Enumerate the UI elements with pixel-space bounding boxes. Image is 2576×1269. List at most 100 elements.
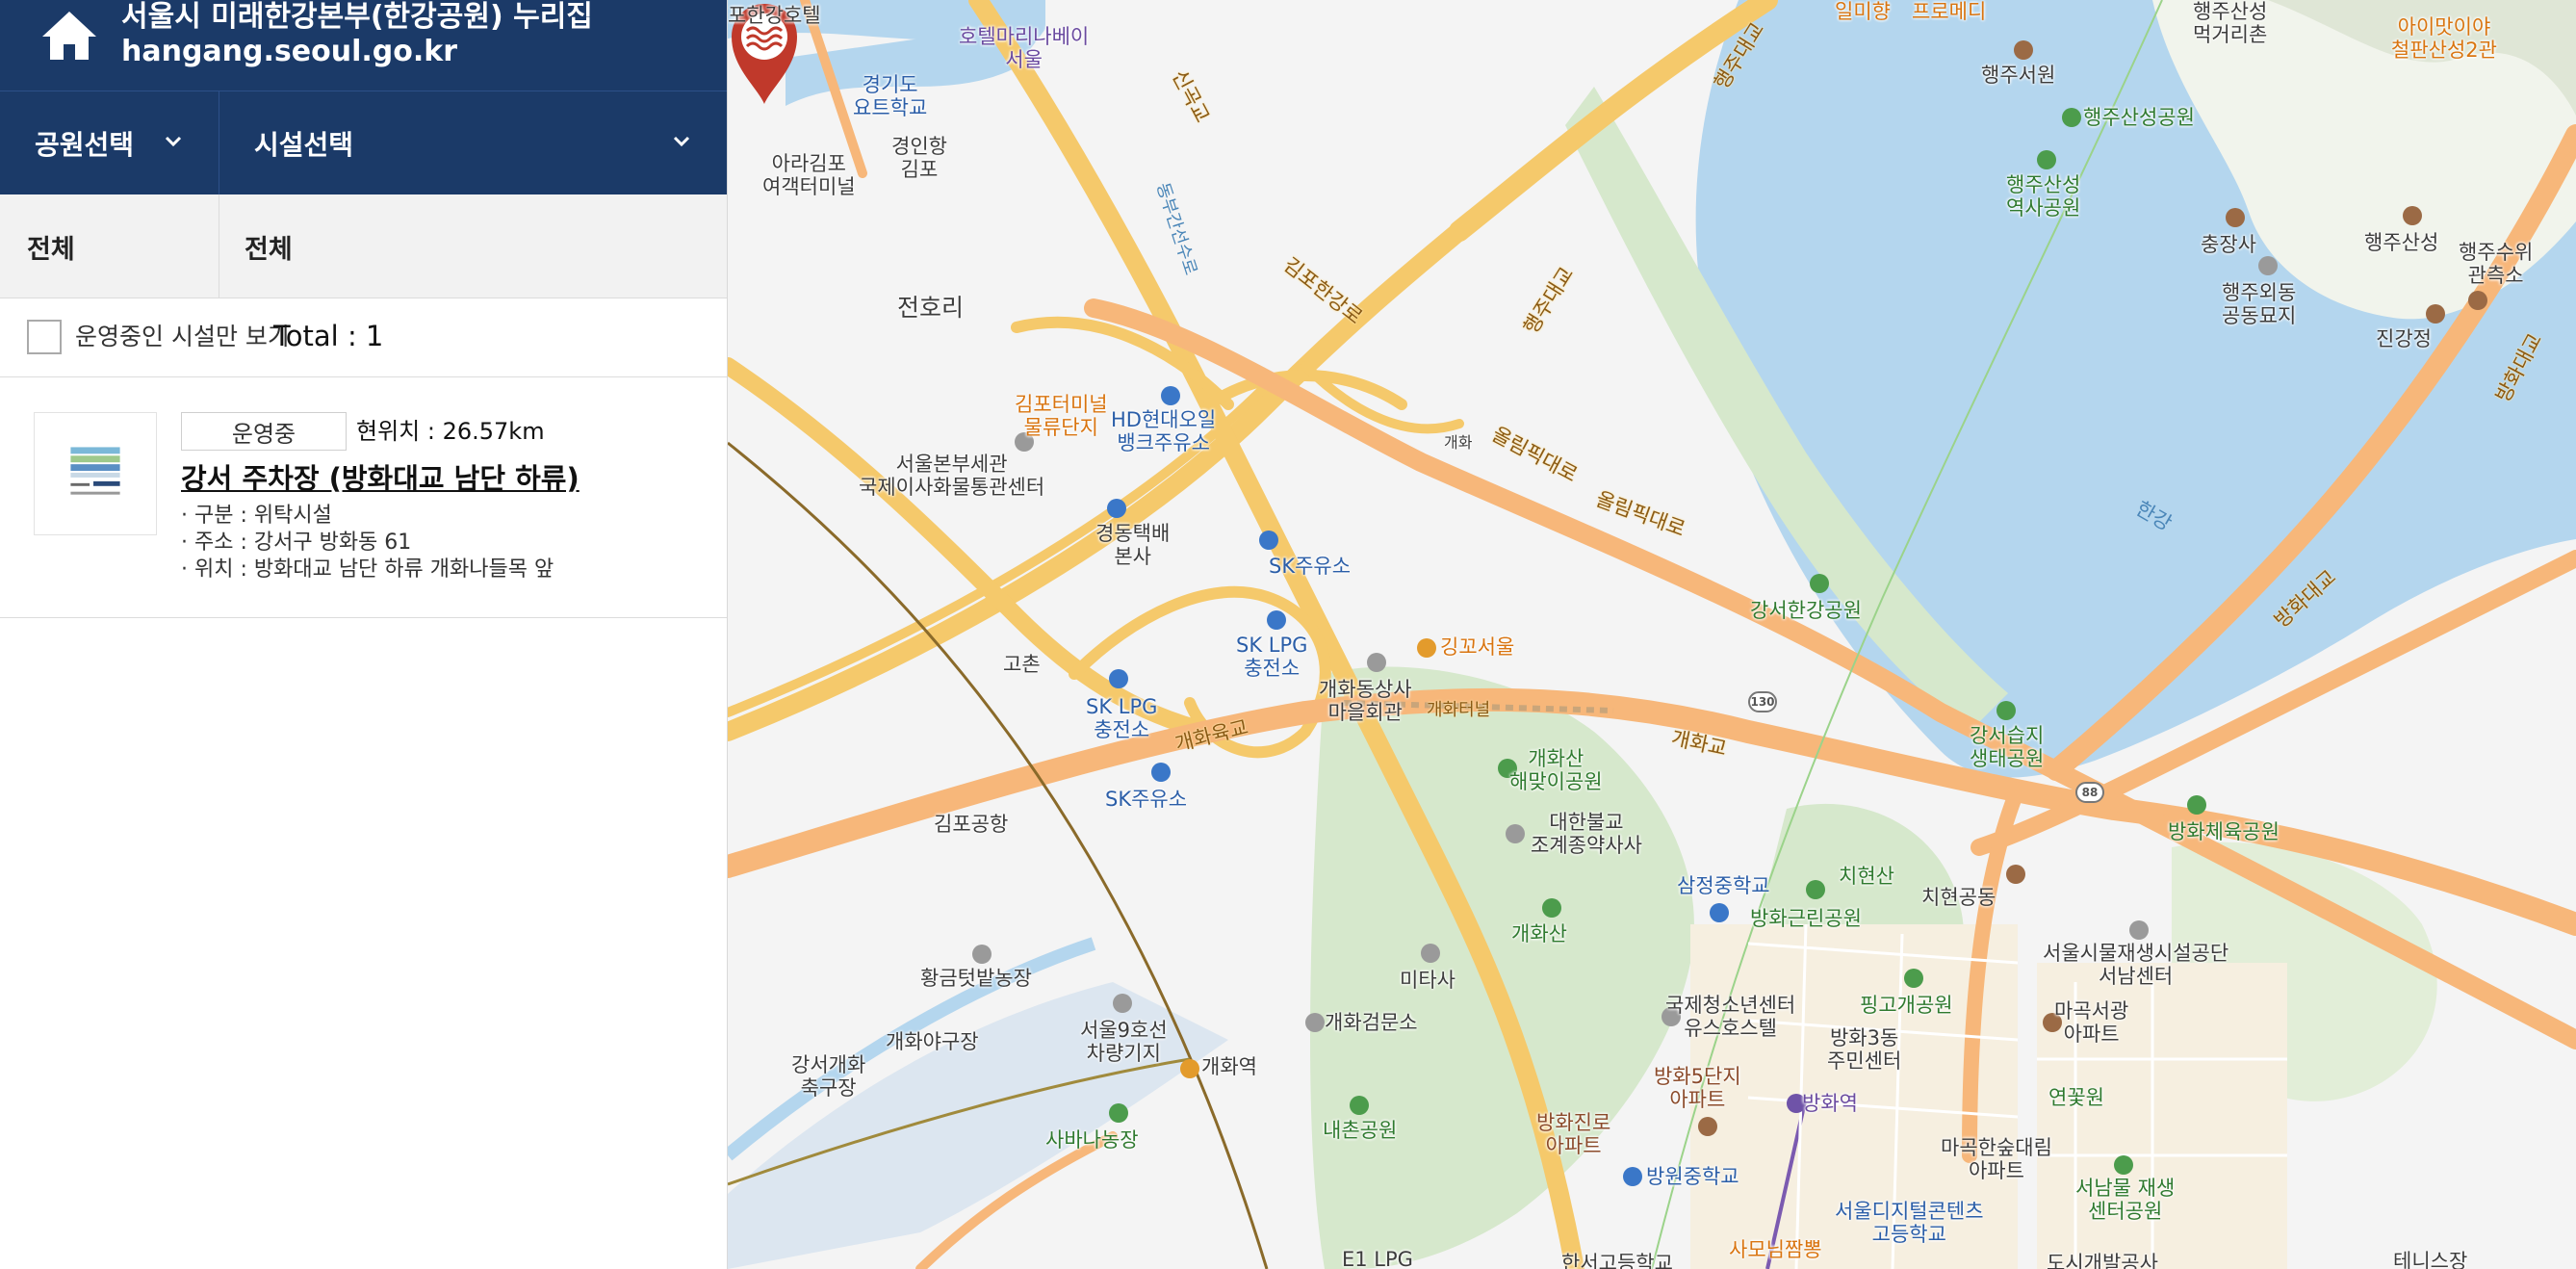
- map-label: 황금텃밭농장: [920, 967, 1032, 990]
- facility-address: · 주소 : 강서구 방화동 61: [181, 531, 412, 555]
- facility-panel: 서울시 미래한강본부(한강공원) 누리집 hangang.seoul.go.kr…: [0, 0, 728, 1269]
- poi-dot: [2062, 108, 2081, 127]
- poi-dot: [1267, 610, 1286, 630]
- facility-selected-value[interactable]: 전체: [219, 194, 727, 298]
- list-item[interactable]: 운영중 현위치 : 26.57km 강서 주차장 (방화대교 남단 하류) · …: [0, 377, 727, 618]
- poi-dot: [2187, 795, 2206, 815]
- map-label: 고촌: [1003, 653, 1041, 676]
- facility-select[interactable]: 시설선택: [219, 91, 727, 195]
- map-label: 치현공동: [1921, 886, 1996, 909]
- site-title: 서울시 미래한강본부(한강공원) 누리집: [121, 0, 593, 34]
- poi-dot: [1259, 531, 1278, 550]
- filter-row: 운영중인 시설만 보기 Total : 1: [0, 298, 727, 377]
- map-label: 프로메디: [1912, 0, 1987, 23]
- map-label: 서울9호선 차량기지: [1080, 1019, 1168, 1065]
- map-label: 강서한강공원: [1750, 599, 1862, 622]
- site-url[interactable]: hangang.seoul.go.kr: [121, 35, 457, 69]
- map-label: SK LPG 충전소: [1086, 695, 1158, 741]
- map-label: HD현대오일 뱅크주유소: [1111, 408, 1217, 454]
- map-label: 개화산 해맞이공원: [1509, 747, 1603, 793]
- facility-location: · 위치 : 방화대교 남단 하류 개화나들목 앞: [181, 557, 554, 582]
- poi-dot: [2129, 920, 2149, 940]
- map-label: 행주서원: [1981, 64, 2056, 87]
- selector-bar: 공원선택 시설선택: [0, 91, 727, 195]
- poi-dot: [1506, 824, 1525, 843]
- poi-dot: [2014, 40, 2033, 60]
- map-label: 김포터미널 물류단지: [1015, 393, 1108, 439]
- poi-dot: [1161, 386, 1180, 405]
- park-select[interactable]: 공원선택: [0, 91, 219, 195]
- map-label: 치현산: [1839, 865, 1894, 888]
- map-label: 충장사: [2201, 233, 2256, 256]
- park-selected-value[interactable]: 전체: [0, 194, 219, 298]
- map-label: 호텔마리나베이 서울: [959, 25, 1090, 71]
- highway-shield: 130: [1748, 691, 1777, 712]
- map-label: 행주산성 먹거리촌: [2193, 0, 2268, 46]
- road-label: 개화터널: [1427, 700, 1491, 720]
- map-label: 마곡서광 아파트: [2054, 999, 2129, 1046]
- poi-dot: [2258, 256, 2278, 275]
- distance-text: 현위치 : 26.57km: [356, 418, 545, 445]
- map-label: 깅꼬서울: [1440, 635, 1515, 659]
- poi-dot: [2468, 291, 2487, 310]
- poi-dot: [1904, 969, 1923, 988]
- chevron-down-icon: [673, 136, 690, 147]
- map-label: 마곡한숲대림 아파트: [1941, 1136, 2052, 1182]
- map-label: 내촌공원: [1323, 1119, 1398, 1142]
- facility-select-label: 시설선택: [254, 129, 354, 161]
- map-label: 진강정: [2376, 327, 2432, 350]
- park-select-label: 공원선택: [35, 129, 135, 161]
- status-badge: 운영중: [181, 412, 347, 451]
- map-label: 강서개화 축구장: [791, 1053, 866, 1100]
- map-view[interactable]: 130 88 포한강호텔 호텔마리나베이 서울 경기도 요트학교 아라김포 여객…: [728, 0, 2576, 1269]
- poi-dot: [1180, 1059, 1199, 1078]
- poi-dot: [1305, 1013, 1325, 1032]
- result-total: Total : 1: [273, 320, 384, 352]
- poi-dot: [1710, 903, 1729, 922]
- map-label: 경기도 요트학교: [853, 73, 928, 119]
- map-label: 개화역: [1201, 1055, 1257, 1078]
- map-label: 개화: [1444, 433, 1473, 452]
- facility-thumbnail[interactable]: [34, 412, 157, 535]
- map-canvas[interactable]: [728, 0, 2576, 1269]
- poi-dot: [1623, 1167, 1642, 1186]
- site-header: 서울시 미래한강본부(한강공원) 누리집 hangang.seoul.go.kr: [0, 0, 727, 91]
- poi-dot: [1417, 638, 1436, 658]
- poi-dot: [1350, 1096, 1369, 1115]
- poi-dot: [1113, 994, 1132, 1013]
- map-label: 방화근린공원: [1750, 907, 1862, 930]
- map-label: 일미향: [1835, 0, 1891, 23]
- poi-dot: [1810, 574, 1829, 593]
- map-label: 사모님짬뽕: [1729, 1238, 1822, 1261]
- map-label: 방원중학교: [1646, 1165, 1739, 1188]
- map-label: 대한불교 조계종약사사: [1531, 811, 1642, 857]
- poi-dot: [1806, 880, 1825, 899]
- poi-dot: [2426, 304, 2445, 324]
- poi-dot: [2226, 208, 2245, 227]
- poi-dot: [2006, 865, 2025, 884]
- map-label: 개화동상사 마을회관: [1319, 678, 1412, 724]
- map-label: 경인항 김포: [891, 135, 947, 181]
- home-icon[interactable]: [39, 8, 100, 62]
- map-label: 미타사: [1400, 969, 1455, 992]
- poi-dot: [1109, 669, 1128, 688]
- map-label: 서울디지털콘텐츠 고등학교: [1835, 1200, 1984, 1246]
- poi-dot: [1698, 1117, 1717, 1136]
- poi-dot: [1151, 763, 1171, 782]
- map-label: 개화산: [1511, 922, 1567, 945]
- poi-dot: [2114, 1155, 2133, 1175]
- map-label: 방화5단지 아파트: [1654, 1065, 1741, 1111]
- operating-only-checkbox[interactable]: [27, 320, 62, 354]
- map-label: 개화야구장: [886, 1030, 979, 1053]
- map-label: 한서고등학교: [1561, 1252, 1673, 1269]
- road-number-badge: 88: [2075, 782, 2104, 803]
- map-label: 아이맛이야 철판산성2관: [2391, 15, 2497, 62]
- map-label: 핑고개공원: [1860, 994, 1953, 1017]
- map-label: 행주외동 공동묘지: [2222, 281, 2297, 327]
- map-label: 국제청소년센터 유스호스텔: [1665, 994, 1796, 1040]
- map-label: 행주산성: [2364, 231, 2439, 254]
- facility-title-link[interactable]: 강서 주차장 (방화대교 남단 하류): [181, 456, 580, 501]
- operating-only-label[interactable]: 운영중인 시설만 보기: [75, 320, 290, 354]
- poi-dot: [1542, 898, 1561, 918]
- map-label: 행주산성 역사공원: [2006, 173, 2081, 220]
